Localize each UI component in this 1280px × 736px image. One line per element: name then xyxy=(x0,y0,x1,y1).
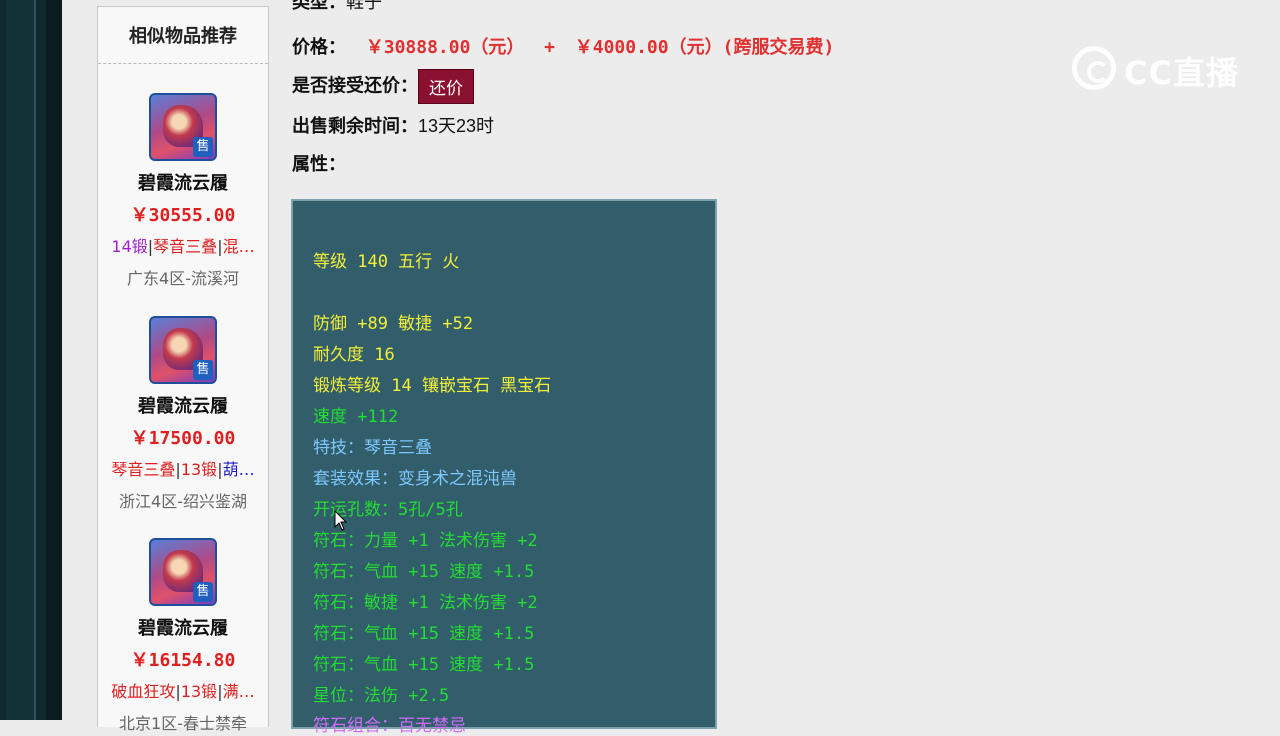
attribute-panel: 等级 140 五行 火 防御 +89 敏捷 +52 耐久度 16 锻炼等级 14… xyxy=(291,199,717,736)
attr-line: 锻炼等级 14 镶嵌宝石 黑宝石 xyxy=(313,376,552,396)
cross-server-fee: ￥4000.00（元）(跨服交易费) xyxy=(574,37,835,58)
rec-tag: 13锻 xyxy=(180,460,218,479)
rec-tag: 13锻 xyxy=(180,682,218,701)
price-row: 价格： ￥30888.00（元） + ￥4000.00（元）(跨服交易费) xyxy=(292,33,834,59)
rec-item-tags: 琴音三叠|13锻|葫… xyxy=(111,460,255,479)
price-label: 价格： xyxy=(292,37,346,58)
attr-line: 符石：气血 +15 速度 +1.5 xyxy=(313,624,535,644)
time-left-row: 出售剩余时间：13天23时 xyxy=(292,112,494,138)
time-left-label: 出售剩余时间： xyxy=(292,116,418,137)
time-left-value: 13天23时 xyxy=(418,116,495,136)
attributes-row: 属性： xyxy=(292,150,346,176)
watermark-text: CC直播 xyxy=(1124,54,1239,92)
rec-item-name[interactable]: 碧霞流云履 xyxy=(98,392,268,418)
rec-item-server: 北京1区-春士禁牵 xyxy=(119,714,247,733)
rec-item[interactable]: 售 碧霞流云履 ￥16154.80 破血狂攻|13锻|满… 北京1区-春士禁牵 xyxy=(98,538,268,734)
type-value: 鞋子 xyxy=(346,0,382,13)
sell-badge-icon: 售 xyxy=(193,582,213,602)
cc-logo-icon xyxy=(1072,46,1116,90)
attr-line: 等级 140 五行 火 xyxy=(313,252,460,272)
rec-tag: 破血狂攻 xyxy=(111,682,176,701)
rec-item-price: ￥30555.00 xyxy=(130,205,236,226)
attr-line: 速度 +112 xyxy=(313,407,399,427)
left-frame xyxy=(0,0,46,720)
attr-line: 套装效果：变身术之混沌兽 xyxy=(313,469,517,489)
left-gap xyxy=(46,0,62,720)
rec-item-name[interactable]: 碧霞流云履 xyxy=(98,614,268,640)
sell-badge-icon: 售 xyxy=(193,137,213,157)
boots-item-icon[interactable]: 售 xyxy=(149,93,217,161)
attributes-label: 属性： xyxy=(292,154,346,175)
counter-offer-button[interactable]: 还价 xyxy=(418,69,474,104)
similar-items-sidebar: 相似物品推荐 售 碧霞流云履 ￥30555.00 14锻|琴音三叠|混… 广东4… xyxy=(97,6,269,733)
rec-tag: 14锻 xyxy=(111,237,148,256)
cc-live-watermark: CC直播 xyxy=(1072,44,1242,92)
attr-line: 符石：气血 +15 速度 +1.5 xyxy=(313,655,535,675)
left-frame-inner xyxy=(6,0,36,720)
rec-tag: 琴音三叠 xyxy=(111,460,176,479)
rec-item-server: 浙江4区-绍兴鉴湖 xyxy=(119,492,247,511)
attr-line: 防御 +89 敏捷 +52 xyxy=(313,314,474,334)
price-plus: + xyxy=(544,37,556,58)
boots-item-icon[interactable]: 售 xyxy=(149,538,217,606)
rec-item[interactable]: 售 碧霞流云履 ￥17500.00 琴音三叠|13锻|葫… 浙江4区-绍兴鉴湖 xyxy=(98,316,268,512)
attr-line: 星位：法伤 +2.5 xyxy=(313,686,450,706)
attr-line: 特技：琴音三叠 xyxy=(313,438,432,458)
rec-item[interactable]: 售 碧霞流云履 ￥30555.00 14锻|琴音三叠|混… 广东4区-流溪河 xyxy=(98,93,268,289)
rec-item-price: ￥16154.80 xyxy=(130,650,236,671)
attr-line: 符石：敏捷 +1 法术伤害 +2 xyxy=(313,593,538,613)
counter-offer-row: 是否接受还价： 还价 xyxy=(292,69,474,104)
attr-line: 符石组合：百无禁忌 xyxy=(313,716,466,736)
type-row: 类型：鞋子 xyxy=(292,0,382,14)
sidebar-title: 相似物品推荐 xyxy=(98,7,268,64)
sell-badge-icon: 售 xyxy=(193,360,213,380)
price-value: ￥30888.00（元） xyxy=(365,37,525,58)
rec-tag: 满… xyxy=(222,682,255,701)
rec-tag: 琴音三叠 xyxy=(153,237,218,256)
rec-tag: 混… xyxy=(222,237,255,256)
rec-item-tags: 14锻|琴音三叠|混… xyxy=(111,237,255,256)
mouse-cursor-icon xyxy=(334,510,348,531)
rec-item-server: 广东4区-流溪河 xyxy=(127,269,239,288)
rec-tag: 葫… xyxy=(222,460,255,479)
rec-item-tags: 破血狂攻|13锻|满… xyxy=(111,682,255,701)
type-label: 类型： xyxy=(292,0,346,13)
rec-item-price: ￥17500.00 xyxy=(130,428,236,449)
rec-item-name[interactable]: 碧霞流云履 xyxy=(98,169,268,195)
counter-offer-label: 是否接受还价： xyxy=(292,75,418,97)
attr-line: 耐久度 16 xyxy=(313,345,395,365)
boots-item-icon[interactable]: 售 xyxy=(149,316,217,384)
attr-line: 符石：气血 +15 速度 +1.5 xyxy=(313,562,535,582)
